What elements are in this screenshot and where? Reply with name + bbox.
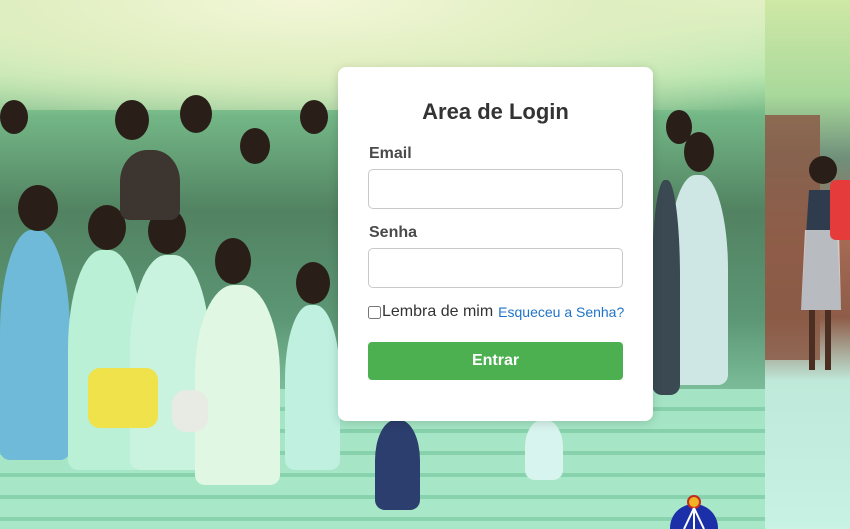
student-head xyxy=(180,95,212,133)
student-figure xyxy=(652,180,680,395)
student-figure xyxy=(525,420,563,480)
password-label: Senha xyxy=(369,224,418,241)
student-figure xyxy=(195,285,280,485)
student-head xyxy=(18,185,58,231)
login-form: Area de Login Email Senha Lembra de mim … xyxy=(338,67,653,421)
remember-row: Lembra de mim Esqueceu a Senha? xyxy=(368,303,624,321)
student-figure xyxy=(285,305,340,470)
email-field[interactable] xyxy=(368,169,623,209)
login-page: Area de Login Email Senha Lembra de mim … xyxy=(0,0,850,529)
student-head xyxy=(296,262,330,304)
student-head xyxy=(0,100,28,134)
student-head xyxy=(115,100,149,140)
remember-me-label[interactable]: Lembra de mim xyxy=(382,303,493,321)
student-figure xyxy=(375,420,420,510)
email-label: Email xyxy=(369,145,412,162)
student-figure xyxy=(120,150,180,220)
student-head xyxy=(666,110,692,144)
student-bag xyxy=(172,390,208,432)
student-head xyxy=(240,128,270,164)
login-title: Area de Login xyxy=(422,99,569,124)
student-head xyxy=(215,238,251,284)
student-head xyxy=(300,100,328,134)
forgot-password-link[interactable]: Esqueceu a Senha? xyxy=(498,304,624,320)
remember-me-checkbox[interactable] xyxy=(368,305,381,319)
student-figure xyxy=(0,230,70,460)
student-figure xyxy=(830,180,850,240)
student-bag xyxy=(88,368,158,428)
submit-button[interactable]: Entrar xyxy=(368,342,623,380)
password-field[interactable] xyxy=(368,248,623,288)
school-emblem-icon xyxy=(670,495,718,529)
